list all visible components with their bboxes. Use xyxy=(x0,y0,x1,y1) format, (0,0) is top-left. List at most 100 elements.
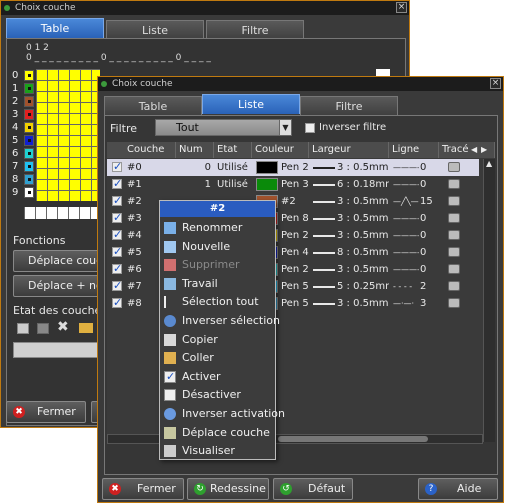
layer-active-checkbox[interactable] xyxy=(112,160,122,173)
col-header-ligne[interactable]: Ligne xyxy=(389,142,439,158)
layer-line: 0 xyxy=(420,264,427,275)
col-header-couche[interactable]: Couche xyxy=(107,142,176,158)
context-menu-item-label: Visualiser xyxy=(182,444,235,458)
context-menu-item[interactable]: Coller xyxy=(160,349,275,367)
row-color-swatch[interactable] xyxy=(24,187,34,198)
plot-icon[interactable] xyxy=(448,179,460,189)
context-menu-item[interactable]: Renommer xyxy=(160,219,275,237)
plot-icon[interactable] xyxy=(448,213,460,223)
print-icon[interactable] xyxy=(17,323,29,334)
default-button[interactable]: ↺ Défaut xyxy=(273,478,353,500)
layer-line: 0 xyxy=(420,230,427,241)
close-icon[interactable]: × xyxy=(490,78,501,89)
layer-context-menu: #2 Renommer Nouvelle Supprimer Travail Sélec… xyxy=(159,200,285,460)
layer-pen: Pen 8 xyxy=(281,213,309,224)
plot-icon[interactable] xyxy=(448,230,460,240)
context-menu-item[interactable]: Supprimer xyxy=(160,256,275,274)
row-color-swatch[interactable] xyxy=(24,109,34,120)
move-new-layer-button[interactable]: Déplace + nou xyxy=(13,275,101,297)
plot-icon[interactable] xyxy=(448,264,460,274)
layer-active-checkbox[interactable] xyxy=(112,228,122,241)
context-menu-item-label: Nouvelle xyxy=(182,239,231,253)
state-name-input[interactable] xyxy=(13,342,101,358)
layer-active-checkbox[interactable] xyxy=(112,194,122,207)
plot-icon[interactable] xyxy=(448,281,460,291)
row-color-swatch[interactable] xyxy=(24,96,34,107)
row-marker-icon xyxy=(28,126,31,129)
plot-icon[interactable] xyxy=(448,247,460,257)
layer-active-checkbox[interactable] xyxy=(112,245,122,258)
row-color-swatch[interactable] xyxy=(24,135,34,146)
layer-color-swatch[interactable] xyxy=(256,161,278,174)
table-row[interactable]: #00UtiliséPen 23 : 0.5mm————0 xyxy=(107,159,479,176)
chevron-down-icon[interactable]: ▼ xyxy=(279,120,291,135)
context-menu-item-label: Travail xyxy=(182,276,218,290)
context-menu-item[interactable]: Nouvelle xyxy=(160,238,275,256)
context-menu-item[interactable]: Copier xyxy=(160,331,275,349)
plot-icon[interactable] xyxy=(448,196,460,206)
row-color-swatch[interactable] xyxy=(24,148,34,159)
layer-active-checkbox[interactable] xyxy=(112,279,122,292)
col-header-largeur[interactable]: Largeur xyxy=(309,142,389,158)
context-menu-item[interactable]: Déplace couche xyxy=(160,424,275,442)
context-menu-item-label: Copier xyxy=(182,332,218,346)
plot-icon[interactable] xyxy=(448,162,460,172)
layer-active-checkbox[interactable] xyxy=(112,296,122,309)
row-color-swatch[interactable] xyxy=(24,161,34,172)
layer-active-checkbox[interactable] xyxy=(112,262,122,275)
help-icon: ? xyxy=(425,483,437,495)
context-menu-item[interactable]: Sélection tout xyxy=(160,293,275,311)
row-color-swatch[interactable] xyxy=(24,174,34,185)
layer-active-checkbox[interactable] xyxy=(112,177,122,190)
context-menu-item-label: Supprimer xyxy=(182,258,240,272)
tab-table[interactable]: Table xyxy=(104,96,202,116)
context-menu-item[interactable]: Désactiver xyxy=(160,386,275,404)
invert-filter-checkbox[interactable] xyxy=(305,123,315,133)
tab-filtre[interactable]: Filtre xyxy=(300,96,398,116)
col-header-couleur[interactable]: Couleur xyxy=(252,142,309,158)
layer-line: 0 xyxy=(420,213,427,224)
vertical-scrollbar[interactable]: ▲ xyxy=(483,159,495,442)
tab-liste[interactable]: Liste xyxy=(202,94,300,114)
context-menu-item[interactable]: ✓ Activer xyxy=(160,368,275,386)
width-line-icon xyxy=(313,218,335,220)
table-row[interactable]: #1 1 Utilisé Pen 3 6 : 0.18mm ————0 xyxy=(107,176,479,193)
redraw-button[interactable]: ↻ Redessine xyxy=(187,478,269,500)
scroll-up-icon[interactable]: ▲ xyxy=(486,159,492,168)
back-close-button[interactable]: ✖ Fermer xyxy=(6,401,86,423)
table-header: Couche Num Etat Couleur Largeur Ligne Tr… xyxy=(107,142,495,158)
back-window-titlebar[interactable]: Choix couche × xyxy=(1,1,409,15)
col-header-etat[interactable]: Etat xyxy=(214,142,252,158)
copy-icon[interactable] xyxy=(37,323,49,334)
col-header-trace[interactable]: Tracé ◀ ▶ xyxy=(439,142,495,158)
close-button[interactable]: ✖ Fermer xyxy=(102,478,184,500)
close-icon: ✖ xyxy=(13,406,25,418)
context-menu-item[interactable]: Visualiser xyxy=(160,442,275,460)
filter-select[interactable]: Tout ▼ xyxy=(155,119,292,136)
delete-icon[interactable]: ✖ xyxy=(57,319,69,335)
context-menu-item[interactable]: Travail xyxy=(160,275,275,293)
move-layer-button[interactable]: Déplace couch xyxy=(13,250,101,272)
col-header-num[interactable]: Num xyxy=(176,142,214,158)
close-icon: ✖ xyxy=(109,483,121,495)
layer-grid[interactable] xyxy=(36,69,100,201)
scroll-thumb[interactable] xyxy=(278,436,428,442)
layer-color-swatch[interactable] xyxy=(256,178,278,191)
back-tab-table[interactable]: Table xyxy=(6,18,104,38)
plot-icon[interactable] xyxy=(448,298,460,308)
context-menu-item[interactable]: Inverser activation xyxy=(160,405,285,423)
row-color-swatch[interactable] xyxy=(24,122,34,133)
chevron-left-icon[interactable]: ◀ xyxy=(471,142,477,157)
back-tab-filtre[interactable]: Filtre xyxy=(206,20,304,40)
context-menu-item[interactable]: Inverser sélection xyxy=(160,312,280,330)
layer-active-checkbox[interactable] xyxy=(112,211,122,224)
row-color-swatch[interactable] xyxy=(24,70,34,81)
help-button[interactable]: ? Aide xyxy=(418,478,498,500)
back-tab-liste[interactable]: Liste xyxy=(106,20,204,40)
folder-icon[interactable] xyxy=(79,323,93,333)
row-number: 0 xyxy=(12,70,19,81)
chevron-right-icon[interactable]: ▶ xyxy=(481,142,487,157)
front-window-titlebar[interactable]: Choix couche × xyxy=(98,77,503,91)
row-color-swatch[interactable] xyxy=(24,83,34,94)
close-icon[interactable]: × xyxy=(396,2,407,13)
